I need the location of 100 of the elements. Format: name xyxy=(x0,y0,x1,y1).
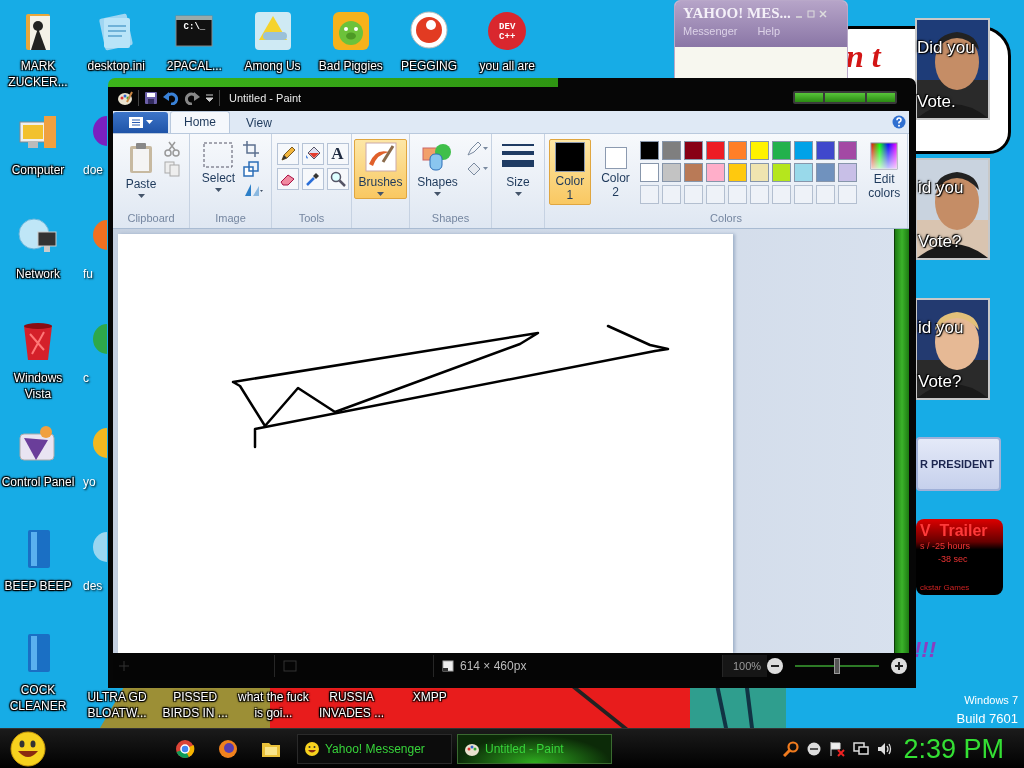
maximize-button[interactable] xyxy=(825,93,865,103)
color-picker-button[interactable] xyxy=(301,167,324,190)
color-swatch[interactable] xyxy=(662,162,682,182)
color-swatch[interactable] xyxy=(838,140,858,160)
select-button[interactable]: Select xyxy=(197,138,240,195)
magnifier-button[interactable] xyxy=(326,167,349,190)
scroll-bar[interactable] xyxy=(894,228,909,653)
color-swatch[interactable] xyxy=(816,140,836,160)
shapes-button[interactable]: Shapes xyxy=(413,138,462,199)
color-swatch[interactable] xyxy=(684,140,704,160)
color-swatch[interactable] xyxy=(750,140,770,160)
file-menu-button[interactable] xyxy=(113,111,168,133)
color-swatch[interactable] xyxy=(640,162,660,182)
menu-icon xyxy=(128,116,143,128)
color-swatch[interactable] xyxy=(772,140,792,160)
desktop-icon-label: fu xyxy=(83,267,93,281)
redo-icon[interactable] xyxy=(184,90,200,105)
taskbar-button[interactable]: Yahoo! Messenger xyxy=(297,734,452,764)
window-title: Untitled - Paint xyxy=(229,91,302,104)
minimize-button[interactable] xyxy=(795,93,823,103)
color-swatch[interactable] xyxy=(794,140,814,160)
magnifier-icon xyxy=(329,170,346,187)
color-swatch[interactable] xyxy=(838,162,858,182)
ball-icon[interactable] xyxy=(409,10,449,52)
ribbon-tab[interactable]: View xyxy=(232,111,286,133)
undo-icon[interactable] xyxy=(163,90,179,105)
trailer-title: V Trailer xyxy=(920,522,989,540)
chrome-icon[interactable] xyxy=(175,739,195,759)
color-selector[interactable]: Color 2 xyxy=(594,138,637,202)
slider-thumb[interactable] xyxy=(834,658,841,675)
close-button[interactable] xyxy=(867,93,895,103)
overlay-text: id you xyxy=(918,318,964,338)
group-label: Shapes xyxy=(430,211,471,226)
save-icon[interactable] xyxy=(144,90,158,105)
color-swatch[interactable] xyxy=(706,162,726,182)
app-icon[interactable] xyxy=(93,116,107,146)
paste-button[interactable]: Paste xyxy=(121,138,161,201)
hat-icon[interactable] xyxy=(252,10,293,52)
color-selector[interactable]: Color 1 xyxy=(549,138,591,205)
crop-icon[interactable] xyxy=(243,140,260,157)
color-swatch[interactable] xyxy=(706,140,726,160)
resize-icon[interactable] xyxy=(243,160,260,177)
brushes-button[interactable]: Brushes xyxy=(354,138,407,199)
empty-swatch[interactable] xyxy=(640,184,660,204)
eraser-button[interactable] xyxy=(276,167,299,190)
empty-swatch[interactable] xyxy=(838,184,858,204)
network-icon[interactable] xyxy=(853,741,870,757)
caret-icon[interactable] xyxy=(205,93,214,102)
color-swatch[interactable] xyxy=(772,162,792,182)
color-swatch[interactable] xyxy=(640,140,660,160)
desktop-icon-label: COCK CLEANER xyxy=(8,682,68,714)
empty-swatch[interactable] xyxy=(706,184,726,204)
folder-icon[interactable] xyxy=(261,740,281,758)
empty-swatch[interactable] xyxy=(772,184,792,204)
taskbar-button[interactable]: Untitled - Paint xyxy=(457,734,612,764)
help-icon[interactable] xyxy=(892,114,906,129)
color-swatch[interactable] xyxy=(816,162,836,182)
size-button[interactable]: Size xyxy=(498,138,538,199)
empty-swatch[interactable] xyxy=(750,184,770,204)
palette-icon xyxy=(464,741,480,757)
pencil-icon xyxy=(279,145,296,162)
zoom-out-button[interactable] xyxy=(767,658,784,675)
empty-swatch[interactable] xyxy=(728,184,748,204)
app-logo-icon[interactable] xyxy=(487,10,528,52)
close-icon[interactable] xyxy=(818,9,827,18)
brush-icon xyxy=(364,141,397,172)
empty-swatch[interactable] xyxy=(662,184,682,204)
desktop-icon-label: des xyxy=(83,579,103,593)
pencil-button[interactable] xyxy=(276,142,299,165)
desktop-icon-label: c xyxy=(83,371,89,385)
color-swatch[interactable] xyxy=(750,162,770,182)
pig-icon[interactable] xyxy=(330,10,371,52)
ribbon-tab[interactable]: Home xyxy=(170,110,230,133)
color-swatch[interactable] xyxy=(728,140,748,160)
palette-icon[interactable] xyxy=(117,89,133,106)
empty-swatch[interactable] xyxy=(816,184,836,204)
color-swatch[interactable] xyxy=(794,162,814,182)
flag-icon[interactable] xyxy=(829,741,846,757)
zoom-in-button[interactable] xyxy=(891,658,908,675)
firefox-icon[interactable] xyxy=(218,739,238,759)
empty-swatch[interactable] xyxy=(684,184,704,204)
edit-colors-button[interactable]: Edit colors xyxy=(861,138,907,203)
clock-text[interactable]: 2:39 PM xyxy=(903,733,1004,765)
os-version-text: Windows 7 xyxy=(964,694,1018,706)
outline-icon[interactable] xyxy=(465,140,488,157)
publisher-text: ckstar Games xyxy=(920,583,971,592)
fill-icon[interactable] xyxy=(465,160,488,177)
desktop-icon-label: Network xyxy=(15,266,61,282)
color-swatch[interactable] xyxy=(684,162,704,182)
speaker-icon[interactable] xyxy=(877,741,894,757)
empty-swatch[interactable] xyxy=(794,184,814,204)
group-label: Tools xyxy=(297,211,326,226)
search-icon[interactable] xyxy=(783,741,800,757)
fill-button[interactable] xyxy=(301,142,324,165)
text-tool-button[interactable]: A xyxy=(326,142,349,165)
scissors-icon[interactable] xyxy=(164,140,181,157)
smiley-icon[interactable] xyxy=(9,730,47,768)
color-swatch[interactable] xyxy=(662,140,682,160)
status-icon[interactable] xyxy=(807,742,822,756)
color-swatch[interactable] xyxy=(728,162,748,182)
